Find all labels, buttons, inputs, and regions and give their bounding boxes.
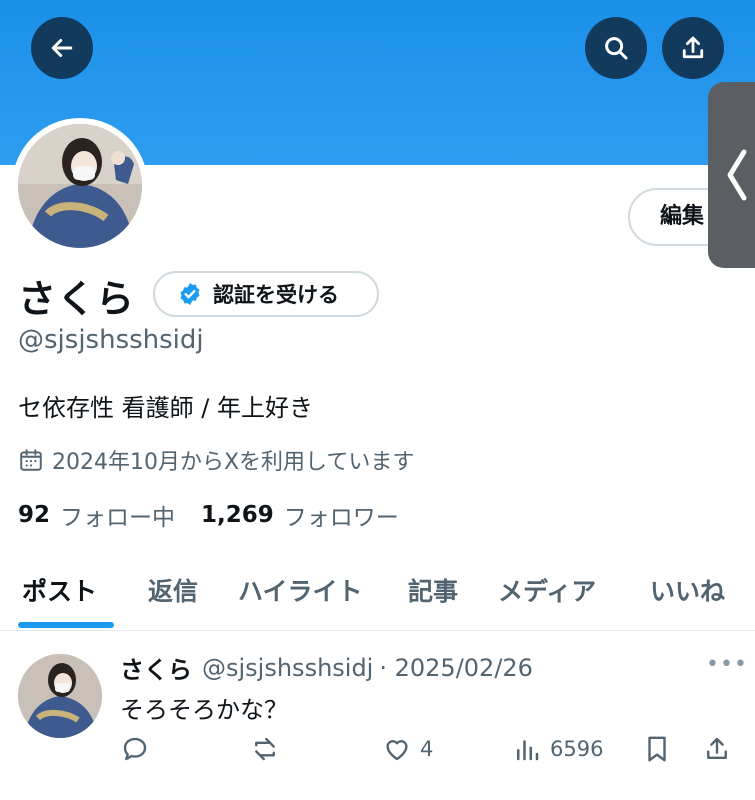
tab-likes[interactable]: いいね [650,572,725,608]
repost-button[interactable] [250,734,280,764]
follow-stats: 92 フォロー中 1,269 フォロワー [18,498,399,532]
post-header: さくら @sjsjshsshsidj · 2025/02/26 [120,650,533,685]
share-profile-button[interactable] [662,17,724,79]
calendar-icon [20,449,42,471]
avatar[interactable] [18,124,142,248]
side-panel-tab[interactable] [708,82,755,268]
tab-highlights[interactable]: ハイライト [238,572,363,608]
profile-tabs: ポスト 返信 ハイライト 記事 メディア いいね [0,560,755,631]
tab-posts[interactable]: ポスト [22,572,97,608]
profile-name: さくら [18,277,136,321]
joined-text: 2024年10月からXを利用しています [52,450,415,475]
share-icon [707,737,727,759]
like-icon [386,740,408,761]
back-button[interactable] [31,17,93,79]
post-date[interactable]: · 2025/02/26 [379,654,533,682]
following-label: フォロー中 [60,505,176,531]
followers-link[interactable]: 1,269 フォロワー [201,498,399,532]
post-item[interactable]: さくら @sjsjshsshsidj · 2025/02/26 ••• そろそろ… [0,632,755,800]
share-icon [682,36,704,59]
tab-articles[interactable]: 記事 [408,572,458,608]
search-icon [605,37,628,60]
views-count: 6596 [550,737,604,761]
post-text: そろそろかな？ [120,696,288,724]
profile-handle: @sjsjshsshsidj [18,325,204,355]
get-verified-label: 認証を受ける [213,283,339,307]
search-button[interactable] [585,17,647,79]
bookmark-button[interactable] [642,734,672,764]
tab-replies[interactable]: 返信 [148,572,198,608]
followers-label: フォロワー [283,505,399,531]
active-tab-indicator [18,622,114,628]
back-arrow-icon [51,39,73,57]
views-icon [517,740,539,761]
followers-count: 1,269 [201,502,274,528]
post-author-handle[interactable]: @sjsjshsshsidj [202,654,373,682]
get-verified-button[interactable]: 認証を受ける [153,271,379,317]
bookmark-icon [648,736,666,762]
profile-avatar-frame [12,118,148,254]
like-count: 4 [420,737,434,761]
more-options-icon[interactable]: ••• [706,652,748,677]
reply-icon [123,737,147,761]
tab-media[interactable]: メディア [498,572,596,608]
post-author-name[interactable]: さくら [120,650,192,685]
views-button[interactable]: 6596 [512,734,603,764]
post-avatar[interactable] [18,654,102,738]
joined-date: 2024年10月からXを利用しています [18,444,414,476]
verified-badge-icon [180,282,200,306]
following-count: 92 [18,502,51,528]
like-button[interactable]: 4 [382,734,433,764]
profile-bio: セ依存性 看護師 / 年上好き [18,394,313,422]
repost-icon [255,737,275,761]
reply-button[interactable] [120,734,150,764]
share-post-button[interactable] [702,734,732,764]
following-link[interactable]: 92 フォロー中 [18,498,175,532]
chevron-left-icon [727,149,747,201]
